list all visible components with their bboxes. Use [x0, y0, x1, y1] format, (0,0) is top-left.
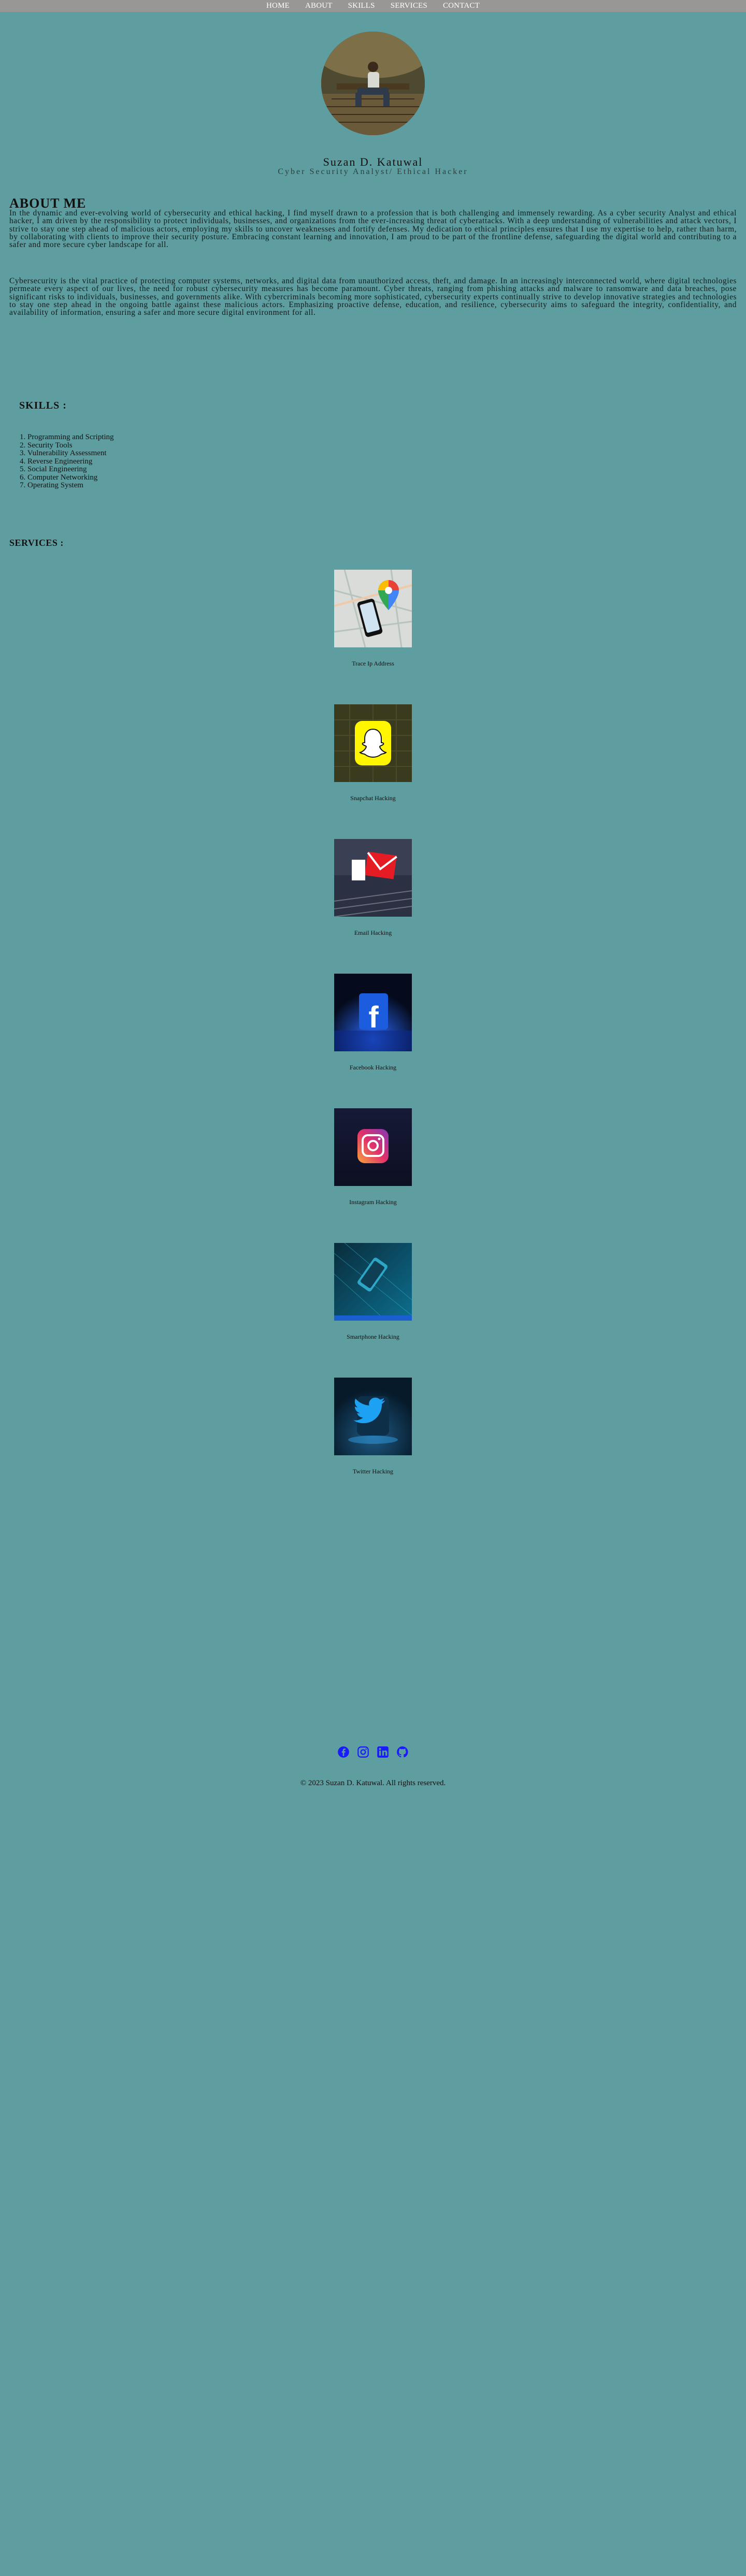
- list-item: 7. Operating System: [20, 481, 83, 489]
- service-card-trace-ip[interactable]: Trace Ip Address: [334, 570, 412, 668]
- instagram-icon: [334, 1108, 412, 1186]
- email-icon: [334, 839, 412, 917]
- twitter-icon: [334, 1378, 412, 1455]
- smartphone-icon: [334, 1243, 412, 1321]
- profile-photo: [321, 32, 425, 135]
- list-item: 4. Reverse Engineering: [20, 457, 93, 466]
- list-item: 2. Security Tools: [20, 441, 73, 450]
- service-caption: Facebook Hacking: [349, 1064, 397, 1071]
- nav-contact-link[interactable]: CONTACT: [435, 0, 487, 12]
- service-caption: Trace Ip Address: [352, 660, 394, 667]
- service-card-smartphone[interactable]: Smartphone Hacking: [334, 1243, 412, 1341]
- map-pin-phone-icon: [334, 570, 412, 647]
- about-paragraph: In the dynamic and ever-evolving world o…: [9, 209, 737, 250]
- instagram-icon[interactable]: [356, 1745, 370, 1759]
- service-card-snapchat[interactable]: Snapchat Hacking: [334, 704, 412, 802]
- services-heading: SERVICES :: [9, 538, 64, 548]
- facebook-icon[interactable]: [337, 1745, 350, 1759]
- profile-subtitle: Cyber Security Analyst/ Ethical Hacker: [278, 167, 468, 176]
- list-item: 1. Programming and Scripting: [20, 433, 114, 441]
- service-card-instagram[interactable]: Instagram Hacking: [334, 1108, 412, 1206]
- service-caption: Email Hacking: [354, 929, 392, 936]
- about-paragraph: Cybersecurity is the vital practice of p…: [9, 277, 737, 317]
- snapchat-icon: [334, 704, 412, 782]
- service-card-twitter[interactable]: Twitter Hacking: [334, 1378, 412, 1475]
- social-links: [334, 1745, 412, 1761]
- list-item: 5. Social Engineering: [20, 465, 87, 473]
- service-caption: Instagram Hacking: [349, 1198, 397, 1206]
- svg-text:f: f: [368, 1001, 379, 1034]
- service-caption: Smartphone Hacking: [347, 1333, 399, 1340]
- facebook-icon: f: [334, 974, 412, 1051]
- skills-heading: SKILLS :: [19, 400, 67, 411]
- service-caption: Twitter Hacking: [352, 1468, 394, 1475]
- github-icon[interactable]: [396, 1745, 409, 1759]
- service-card-facebook[interactable]: f Facebook Hacking: [334, 974, 412, 1072]
- nav-home-link[interactable]: HOME: [259, 0, 297, 12]
- skills-list: 1. Programming and Scripting 2. Security…: [20, 433, 114, 490]
- service-caption: Snapchat Hacking: [350, 794, 396, 802]
- nav-about-link[interactable]: ABOUT: [297, 0, 340, 12]
- footer-copyright: © 2023 Suzan D. Katuwal. All rights rese…: [300, 1779, 446, 1787]
- nav-services-link[interactable]: SERVICES: [383, 0, 435, 12]
- service-card-email[interactable]: Email Hacking: [334, 839, 412, 937]
- list-item: 3. Vulnerability Assessment: [20, 449, 107, 457]
- list-item: 6. Computer Networking: [20, 473, 98, 482]
- top-nav: HOME ABOUT SKILLS SERVICES CONTACT: [0, 0, 746, 12]
- linkedin-icon[interactable]: [376, 1745, 390, 1759]
- nav-skills-link[interactable]: SKILLS: [340, 0, 383, 12]
